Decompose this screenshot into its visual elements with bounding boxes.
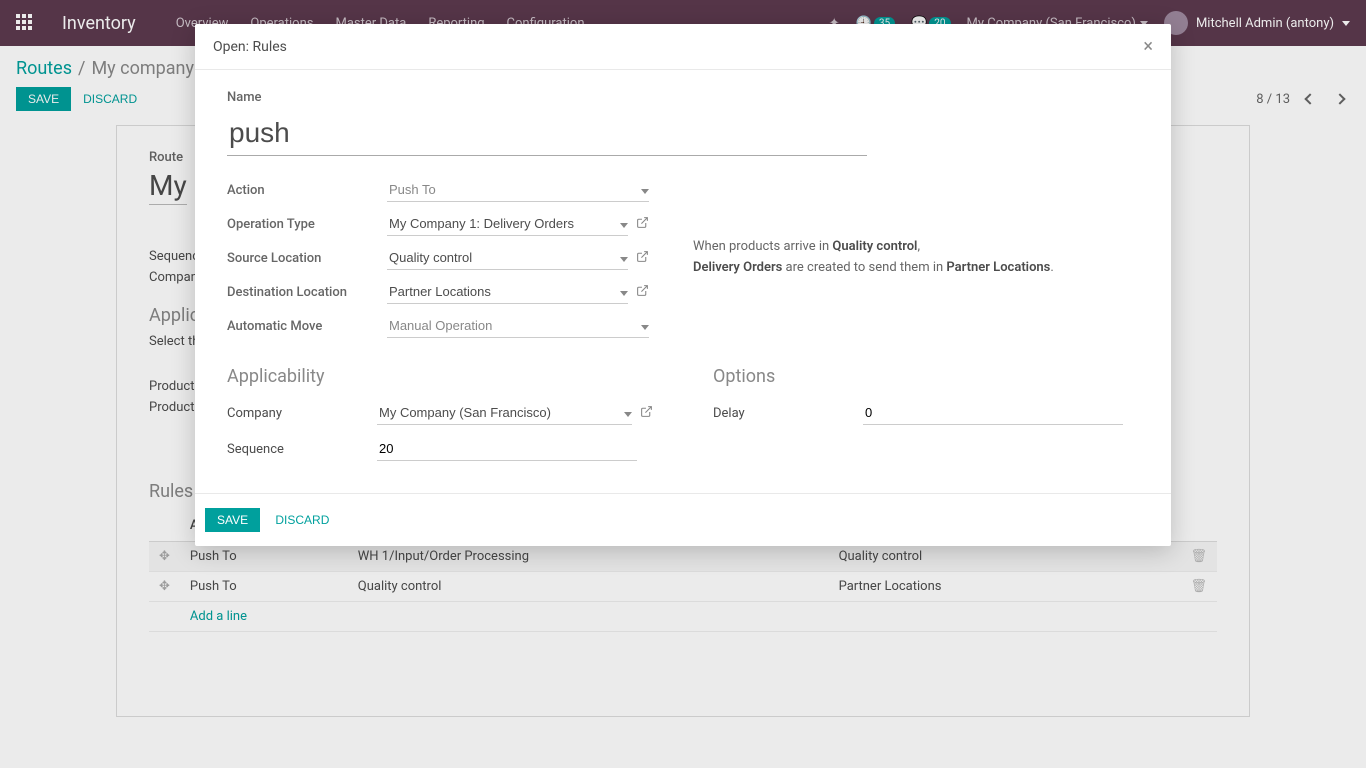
- name-label: Name: [227, 90, 1139, 105]
- rule-description: When products arrive in Quality control,…: [659, 237, 1139, 279]
- source-location-select[interactable]: [387, 246, 628, 270]
- name-input[interactable]: [227, 113, 867, 156]
- modal-sequence-input[interactable]: [377, 437, 637, 461]
- destination-location-label: Destination Location: [227, 285, 377, 300]
- modal-sequence-label: Sequence: [227, 442, 377, 457]
- options-section-title: Options: [713, 366, 1139, 387]
- external-link-icon[interactable]: [640, 405, 653, 422]
- modal-title: Open: Rules: [213, 39, 287, 55]
- operation-type-select[interactable]: [387, 212, 628, 236]
- delay-label: Delay: [713, 406, 863, 421]
- modal-company-label: Company: [227, 406, 377, 421]
- automatic-move-select[interactable]: [387, 314, 649, 338]
- external-link-icon[interactable]: [636, 216, 649, 233]
- modal-footer: SAVE DISCARD: [195, 493, 1171, 546]
- modal-discard-button[interactable]: DISCARD: [263, 508, 341, 532]
- modal-header: Open: Rules ×: [195, 24, 1171, 70]
- rules-modal: Open: Rules × Name Action When products …: [195, 24, 1171, 546]
- close-icon[interactable]: ×: [1143, 36, 1153, 57]
- action-label: Action: [227, 183, 377, 198]
- delay-input[interactable]: [863, 401, 1123, 425]
- source-location-label: Source Location: [227, 251, 377, 266]
- external-link-icon[interactable]: [636, 284, 649, 301]
- operation-type-label: Operation Type: [227, 217, 377, 232]
- modal-company-select[interactable]: [377, 401, 632, 425]
- applicability-section-title: Applicability: [227, 366, 653, 387]
- action-select[interactable]: [387, 178, 649, 202]
- automatic-move-label: Automatic Move: [227, 319, 377, 334]
- external-link-icon[interactable]: [636, 250, 649, 267]
- destination-location-select[interactable]: [387, 280, 628, 304]
- modal-save-button[interactable]: SAVE: [205, 508, 260, 532]
